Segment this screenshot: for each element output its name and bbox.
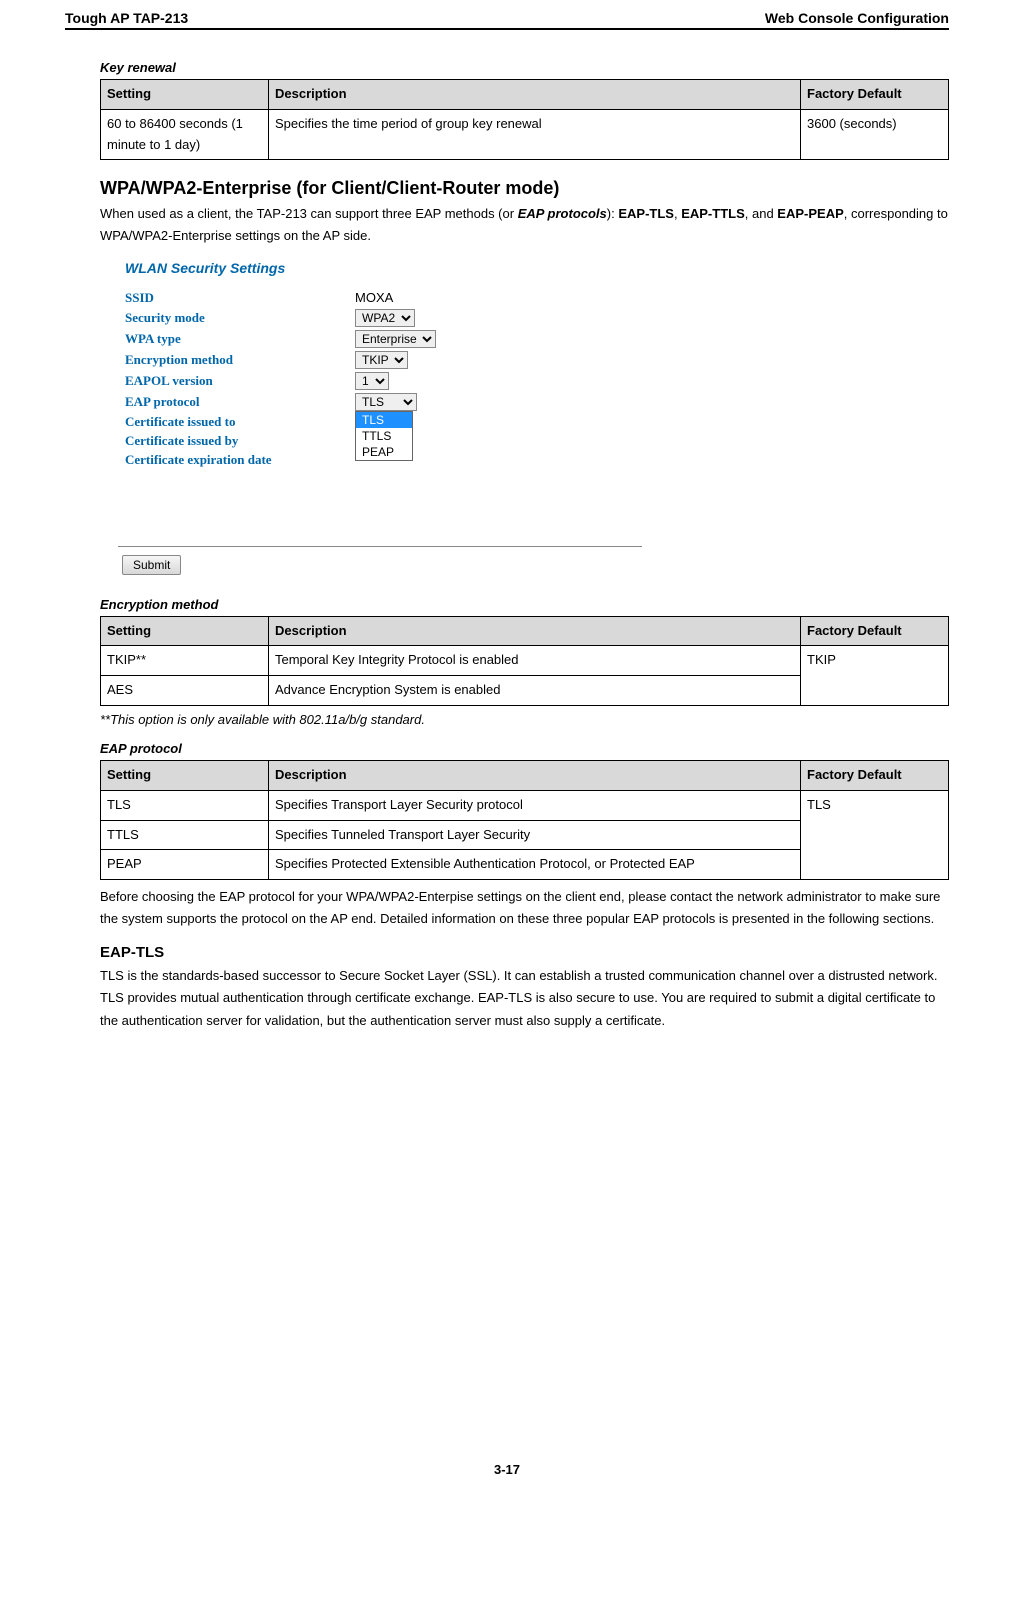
table-row: TLS Specifies Transport Layer Security p… xyxy=(101,790,949,820)
ssid-label: SSID xyxy=(125,290,355,306)
encryption-method-label: Encryption method xyxy=(100,597,949,612)
wpa-heading: WPA/WPA2-Enterprise (for Client/Client-R… xyxy=(100,178,949,199)
cert-issued-by-label: Certificate issued by xyxy=(125,433,355,449)
eap-note: Before choosing the EAP protocol for you… xyxy=(100,886,949,930)
th-desc: Description xyxy=(269,80,801,110)
eapol-version-label: EAPOL version xyxy=(125,373,355,389)
eap-protocol-table-label: EAP protocol xyxy=(100,741,949,756)
key-renewal-label: Key renewal xyxy=(100,60,949,75)
encryption-method-table: Setting Description Factory Default TKIP… xyxy=(100,616,949,706)
divider xyxy=(118,546,642,547)
th-setting: Setting xyxy=(101,80,269,110)
eap-protocol-select[interactable]: TLS xyxy=(355,393,417,411)
wpa-type-label: WPA type xyxy=(125,331,355,347)
wpa-type-select[interactable]: Enterprise xyxy=(355,330,436,348)
ssid-value: MOXA xyxy=(355,290,393,305)
table-row: TKIP** Temporal Key Integrity Protocol i… xyxy=(101,646,949,676)
th-default: Factory Default xyxy=(801,80,949,110)
submit-button[interactable]: Submit xyxy=(122,555,181,575)
wlan-settings-panel: WLAN Security Settings SSID MOXA Securit… xyxy=(100,260,660,575)
page-number: 3-17 xyxy=(65,1462,949,1477)
header-left: Tough AP TAP-213 xyxy=(65,10,188,26)
panel-title: WLAN Security Settings xyxy=(125,260,660,276)
cert-issued-to-label: Certificate issued to xyxy=(125,414,355,430)
eap-protocol-label: EAP protocol xyxy=(125,394,355,410)
header-right: Web Console Configuration xyxy=(765,10,949,26)
encryption-label: Encryption method xyxy=(125,352,355,368)
encryption-select[interactable]: TKIP xyxy=(355,351,408,369)
cert-expiration-label: Certificate expiration date xyxy=(125,452,385,468)
table-row: 60 to 86400 seconds (1 minute to 1 day) … xyxy=(101,109,949,160)
key-renewal-table: Setting Description Factory Default 60 t… xyxy=(100,79,949,160)
dropdown-option-ttls[interactable]: TTLS xyxy=(356,428,412,444)
encryption-footnote: **This option is only available with 802… xyxy=(100,712,949,727)
eap-tls-text: TLS is the standards-based successor to … xyxy=(100,965,949,1031)
security-mode-select[interactable]: WPA2 xyxy=(355,309,415,327)
page-header: Tough AP TAP-213 Web Console Configurati… xyxy=(65,10,949,30)
eap-protocol-table: Setting Description Factory Default TLS … xyxy=(100,760,949,880)
wpa-intro: When used as a client, the TAP-213 can s… xyxy=(100,203,949,247)
eap-protocol-dropdown[interactable]: TLS TTLS PEAP xyxy=(355,411,413,461)
dropdown-option-tls[interactable]: TLS xyxy=(356,412,412,428)
dropdown-option-peap[interactable]: PEAP xyxy=(356,444,412,460)
eapol-version-select[interactable]: 1 xyxy=(355,372,389,390)
security-mode-label: Security mode xyxy=(125,310,355,326)
eap-tls-heading: EAP-TLS xyxy=(100,944,949,961)
